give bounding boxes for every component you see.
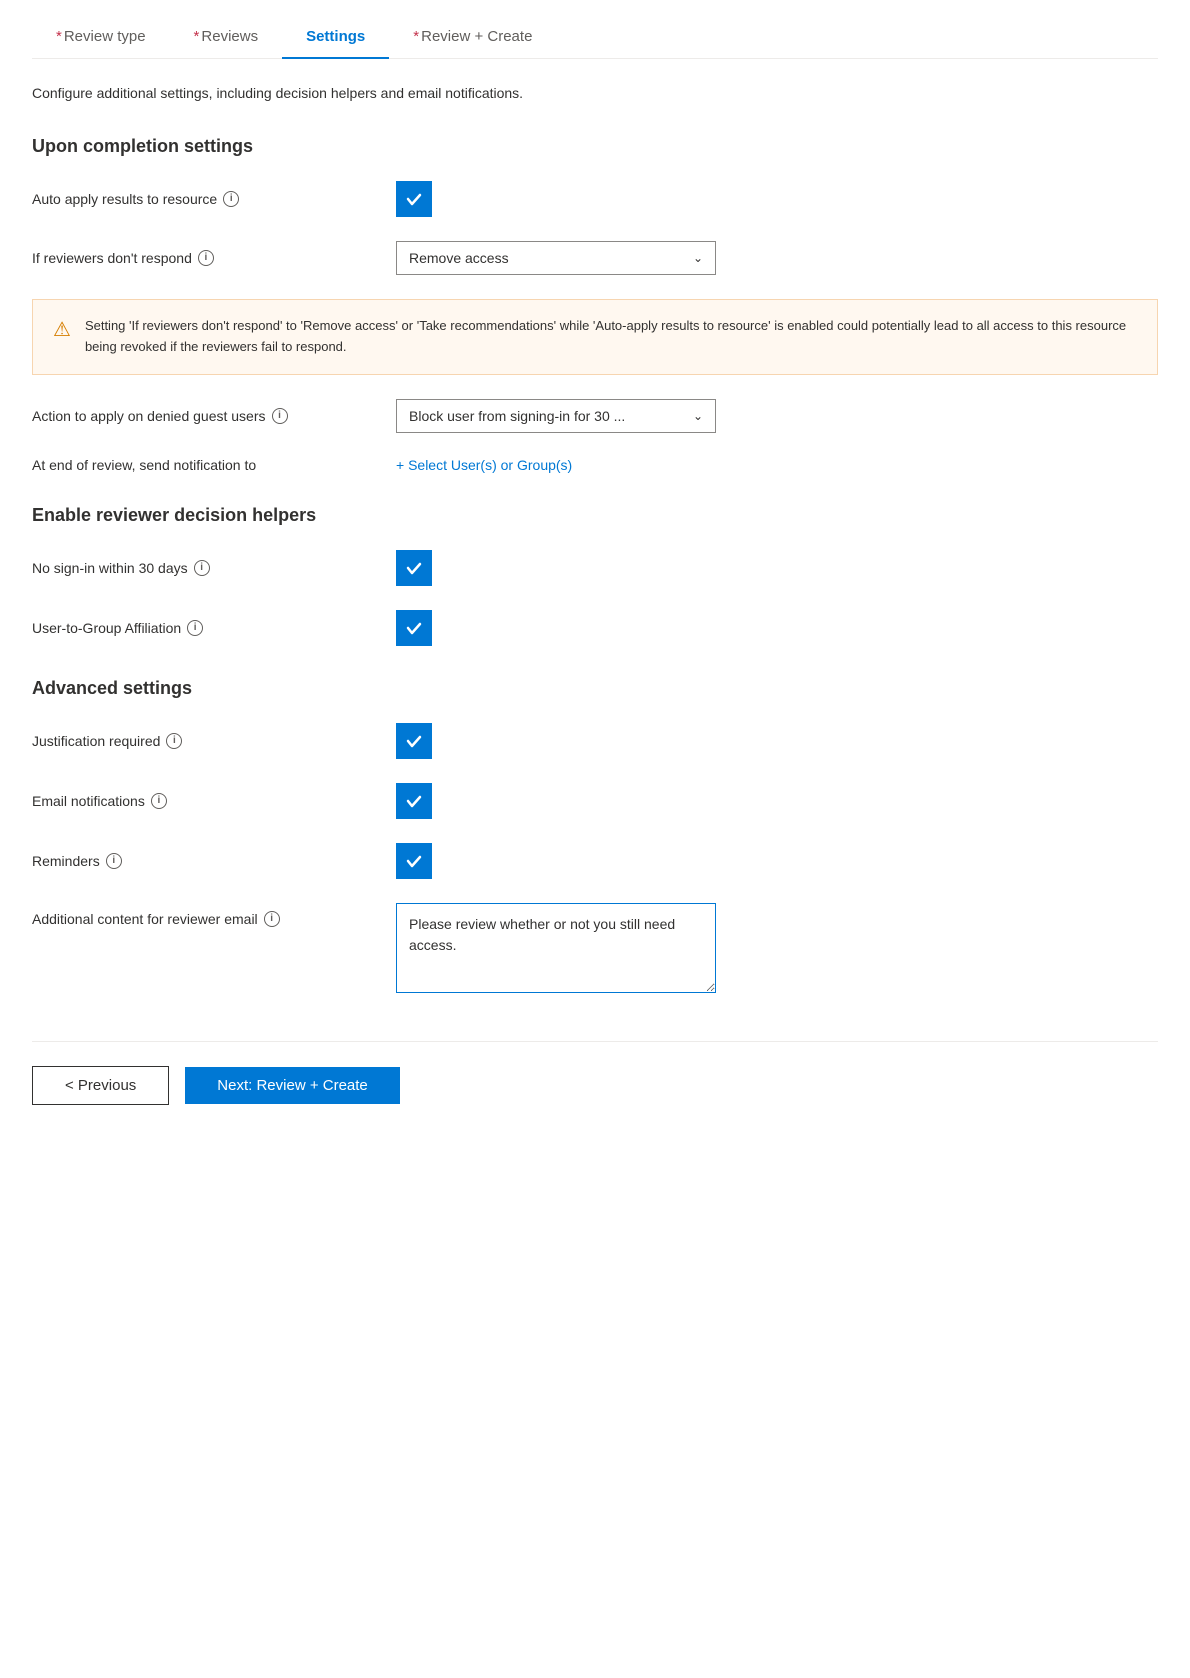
- select-users-groups-link[interactable]: + Select User(s) or Group(s): [396, 457, 572, 473]
- decision-helpers-heading: Enable reviewer decision helpers: [32, 505, 1158, 526]
- tab-settings[interactable]: Settings: [282, 16, 389, 59]
- reminders-label: Reminders i: [32, 853, 372, 869]
- advanced-settings-heading: Advanced settings: [32, 678, 1158, 699]
- auto-apply-label: Auto apply results to resource i: [32, 191, 372, 207]
- justification-label: Justification required i: [32, 733, 372, 749]
- no-signin-row: No sign-in within 30 days i: [32, 550, 1158, 586]
- warning-icon: ⚠: [53, 317, 71, 342]
- action-denied-chevron-icon: ⌄: [693, 409, 703, 423]
- email-notifications-checkbox[interactable]: [396, 783, 432, 819]
- auto-apply-info-icon[interactable]: i: [223, 191, 239, 207]
- required-star: *: [56, 28, 62, 45]
- reminders-info-icon[interactable]: i: [106, 853, 122, 869]
- tab-review-create[interactable]: *Review + Create: [389, 16, 556, 59]
- no-signin-checkbox[interactable]: [396, 550, 432, 586]
- auto-apply-checkbox[interactable]: [396, 181, 432, 217]
- required-star: *: [194, 28, 200, 45]
- reminders-row: Reminders i: [32, 843, 1158, 879]
- email-notifications-info-icon[interactable]: i: [151, 793, 167, 809]
- justification-checkbox[interactable]: [396, 723, 432, 759]
- action-denied-info-icon[interactable]: i: [272, 408, 288, 424]
- page-description: Configure additional settings, including…: [32, 83, 1158, 104]
- completion-section-heading: Upon completion settings: [32, 136, 1158, 157]
- affiliation-row: User-to-Group Affiliation i: [32, 610, 1158, 646]
- email-notifications-label: Email notifications i: [32, 793, 372, 809]
- affiliation-info-icon[interactable]: i: [187, 620, 203, 636]
- action-denied-label: Action to apply on denied guest users i: [32, 408, 372, 424]
- notification-label: At end of review, send notification to: [32, 457, 372, 473]
- action-denied-row: Action to apply on denied guest users i …: [32, 399, 1158, 433]
- footer-bar: < Previous Next: Review + Create: [32, 1041, 1158, 1105]
- additional-content-label: Additional content for reviewer email i: [32, 903, 372, 927]
- required-star: *: [413, 28, 419, 45]
- action-denied-dropdown[interactable]: Block user from signing-in for 30 ... ⌄: [396, 399, 716, 433]
- justification-info-icon[interactable]: i: [166, 733, 182, 749]
- notification-row: At end of review, send notification to +…: [32, 457, 1158, 473]
- affiliation-checkbox[interactable]: [396, 610, 432, 646]
- warning-box: ⚠ Setting 'If reviewers don't respond' t…: [32, 299, 1158, 375]
- email-notifications-row: Email notifications i: [32, 783, 1158, 819]
- next-button[interactable]: Next: Review + Create: [185, 1067, 399, 1104]
- tab-reviews[interactable]: *Reviews: [170, 16, 283, 59]
- previous-button[interactable]: < Previous: [32, 1066, 169, 1105]
- affiliation-label: User-to-Group Affiliation i: [32, 620, 372, 636]
- if-reviewers-dropdown[interactable]: Remove access ⌄: [396, 241, 716, 275]
- auto-apply-row: Auto apply results to resource i: [32, 181, 1158, 217]
- reminders-checkbox[interactable]: [396, 843, 432, 879]
- additional-content-info-icon[interactable]: i: [264, 911, 280, 927]
- wizard-tabs: *Review type *Reviews Settings *Review +…: [32, 0, 1158, 59]
- additional-content-row: Additional content for reviewer email i …: [32, 903, 1158, 993]
- if-reviewers-chevron-icon: ⌄: [693, 251, 703, 265]
- warning-text: Setting 'If reviewers don't respond' to …: [85, 316, 1137, 358]
- justification-row: Justification required i: [32, 723, 1158, 759]
- no-signin-info-icon[interactable]: i: [194, 560, 210, 576]
- no-signin-label: No sign-in within 30 days i: [32, 560, 372, 576]
- if-reviewers-info-icon[interactable]: i: [198, 250, 214, 266]
- if-reviewers-label: If reviewers don't respond i: [32, 250, 372, 266]
- tab-review-type[interactable]: *Review type: [32, 16, 170, 59]
- if-reviewers-row: If reviewers don't respond i Remove acce…: [32, 241, 1158, 275]
- additional-content-textarea[interactable]: Please review whether or not you still n…: [396, 903, 716, 993]
